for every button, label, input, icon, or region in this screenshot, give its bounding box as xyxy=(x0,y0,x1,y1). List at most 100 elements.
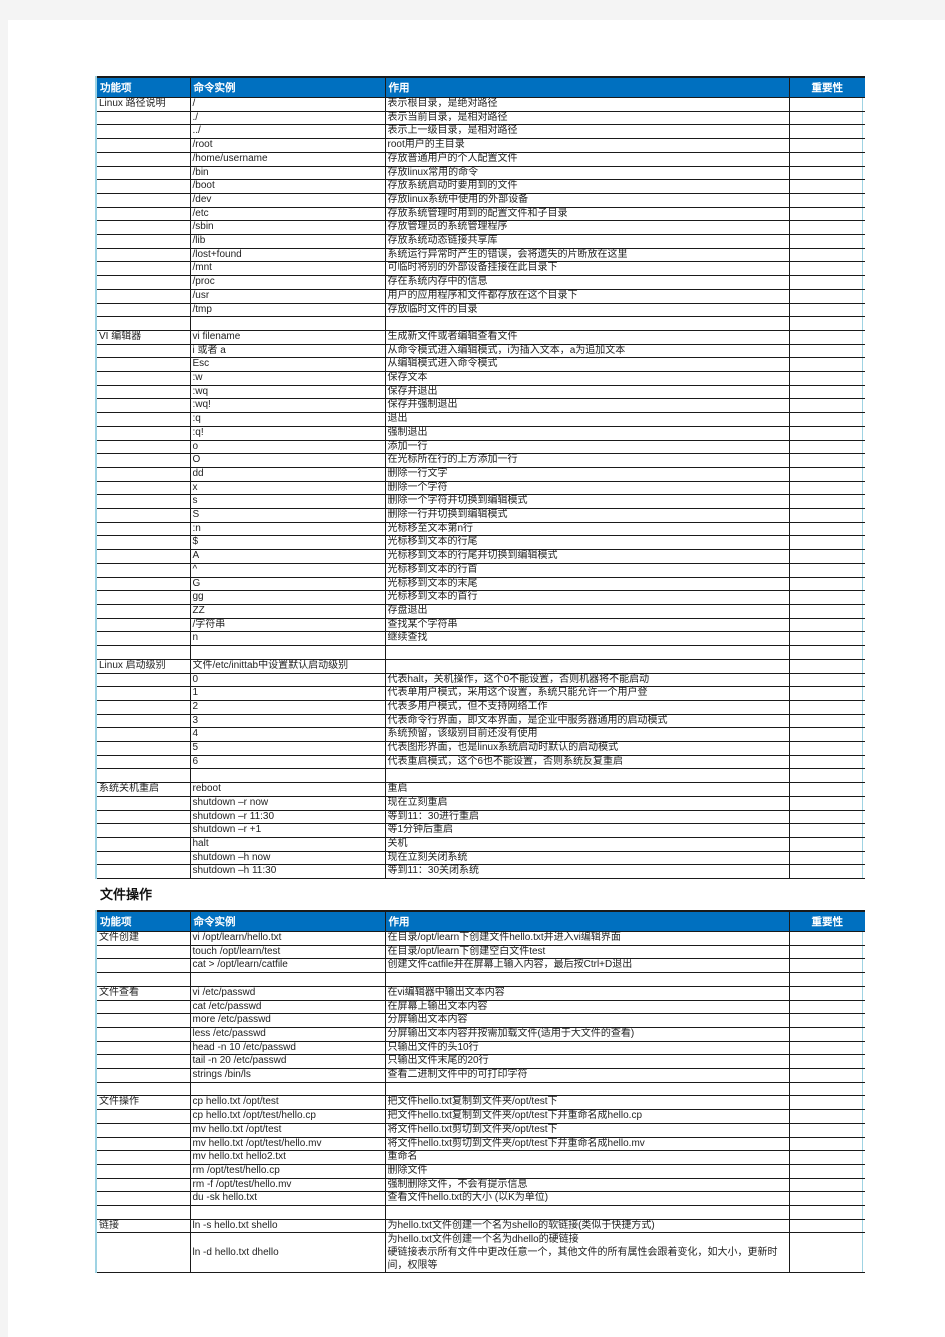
file-operations-table-container: 功能项 命令实例 作用 重要性 文件创建 vi /opt/learn/hello.… xyxy=(95,910,865,1274)
command-cell: /home/username xyxy=(189,152,385,167)
purpose-cell: 从命令模式进入编辑模式，i为插入文本，a为追加文本 xyxy=(384,344,789,359)
purpose-cell: 表示当前目录，是相对路径 xyxy=(384,111,789,126)
importance-cell xyxy=(788,303,865,318)
table-body: Linux 路径说明 / 表示根目录，是绝对路径 ./表示当前目录，是相对路径 ../表… xyxy=(97,97,865,880)
command-cell: cp hello.txt /opt/test xyxy=(189,1095,385,1111)
purpose-cell: 把文件hello.txt复制到文件夹/opt/test下 xyxy=(384,1095,789,1111)
purpose-cell: 将文件hello.txt剪切到文件夹/opt/test下并重命名成hello.m… xyxy=(384,1137,789,1152)
feature-cell xyxy=(97,618,190,633)
importance-cell xyxy=(788,1150,865,1165)
command-cell: head -n 10 /etc/passwd xyxy=(189,1041,385,1056)
importance-cell xyxy=(788,673,865,688)
importance-cell xyxy=(788,97,865,112)
feature-cell xyxy=(97,261,190,277)
importance-cell xyxy=(788,179,865,194)
feature-cell xyxy=(97,453,190,468)
importance-cell xyxy=(788,193,865,208)
importance-cell xyxy=(788,1054,865,1070)
purpose-cell: 表示上一级目录，是相对路径 xyxy=(384,124,789,140)
feature-cell: 链接 xyxy=(97,1219,190,1234)
importance-cell xyxy=(788,481,865,496)
table-row: ../表示上一级目录，是相对路径 xyxy=(97,124,865,140)
feature-cell xyxy=(97,727,190,743)
purpose-cell: 重命名 xyxy=(384,1150,789,1165)
table-row: :wq 保存并退出 xyxy=(97,385,865,400)
feature-cell xyxy=(97,1178,190,1193)
command-cell: halt xyxy=(189,837,385,852)
table-row: touch /opt/learn/test 在目录/opt/learn下创建空白文… xyxy=(97,945,865,960)
feature-cell xyxy=(97,275,190,290)
command-cell: :wq xyxy=(189,385,385,400)
command-cell: /dev xyxy=(189,193,385,208)
command-cell: 文件/etc/inittab中设置默认启动级别 xyxy=(189,659,385,674)
table-row: rm -f /opt/test/hello.mv 强制删除文件，不会有提示信息 xyxy=(97,1178,865,1193)
feature-cell xyxy=(97,577,190,592)
importance-cell xyxy=(788,316,865,331)
purpose-cell: 在目录/opt/learn下创建文件hello.txt并进入vi编辑界面 xyxy=(384,931,789,946)
command-cell: $ xyxy=(189,535,385,551)
feature-cell xyxy=(97,1205,190,1220)
feature-cell xyxy=(97,111,190,126)
importance-cell xyxy=(788,166,865,181)
command-cell: more /etc/passwd xyxy=(189,1013,385,1028)
command-cell: :wq! xyxy=(189,398,385,414)
table-row: Linux 路径说明 / 表示根目录，是绝对路径 xyxy=(97,97,865,112)
importance-cell xyxy=(788,1137,865,1152)
importance-cell xyxy=(788,138,865,153)
purpose-cell: 在光标所在行的上方添加一行 xyxy=(384,453,789,468)
importance-cell xyxy=(788,945,865,960)
table-row: /mnt 可临时将别的外部设备挂接在此目录下 xyxy=(97,261,865,277)
command-cell xyxy=(189,1205,385,1220)
table-row: 文件操作 cp hello.txt /opt/test 把文件hello.txt复制… xyxy=(97,1095,865,1111)
purpose-cell: 光标移到文本的末尾 xyxy=(384,577,789,592)
feature-cell xyxy=(97,303,190,318)
command-cell: O xyxy=(189,453,385,468)
feature-cell xyxy=(97,700,190,715)
table-row: cat > /opt/learn/catfile 创建文件catfile并在屏幕上… xyxy=(97,958,865,974)
purpose-cell: 等1分钟后重启 xyxy=(384,823,789,838)
table-row: i 或者 a 从命令模式进入编辑模式，i为插入文本，a为追加文本 xyxy=(97,344,865,359)
feature-cell xyxy=(97,1109,190,1124)
importance-cell xyxy=(788,1109,865,1124)
importance-cell xyxy=(788,330,865,345)
importance-cell xyxy=(788,1205,865,1220)
command-cell: :q xyxy=(189,412,385,427)
command-cell: mv hello.txt hello2.txt xyxy=(189,1150,385,1165)
feature-cell xyxy=(97,604,190,619)
purpose-cell: 存放临时文件的目录 xyxy=(384,303,789,318)
importance-cell xyxy=(788,958,865,974)
command-cell: less /etc/passwd xyxy=(189,1027,385,1042)
feature-cell: Linux 启动级别 xyxy=(97,659,190,674)
importance-cell xyxy=(788,823,865,838)
purpose-cell: 存放普通用户的个人配置文件 xyxy=(384,152,789,167)
header-command: 命令实例 xyxy=(189,76,385,98)
purpose-cell: 重启 xyxy=(384,782,789,797)
importance-cell xyxy=(788,727,865,743)
command-cell: reboot xyxy=(189,782,385,797)
command-cell: x xyxy=(189,481,385,496)
feature-cell xyxy=(97,344,190,359)
importance-cell xyxy=(788,796,865,811)
purpose-cell: 用户的应用程序和文件都存放在这个目录下 xyxy=(384,289,789,304)
feature-cell xyxy=(97,207,190,222)
table-row: mv hello.txt hello2.txt 重命名 xyxy=(97,1150,865,1165)
table-row: 链接 ln -s hello.txt shello 为hello.txt文件创建一个… xyxy=(97,1219,865,1234)
command-cell: gg xyxy=(189,590,385,605)
purpose-cell xyxy=(384,645,789,660)
table-row: 0 代表halt，关机操作，这个0不能设置，否则机器将不能启动 xyxy=(97,673,865,688)
command-cell: i 或者 a xyxy=(189,344,385,359)
command-cell: shutdown –r now xyxy=(189,796,385,811)
purpose-cell: 光标移到文本的行首 xyxy=(384,563,789,578)
purpose-cell: 只输出文件的头10行 xyxy=(384,1041,789,1056)
table-row: shutdown –h now 现在立刻关闭系统 xyxy=(97,851,865,866)
command-cell: strings /bin/ls xyxy=(189,1068,385,1083)
purpose-cell xyxy=(384,972,789,987)
purpose-cell: 只输出文件末尾的20行 xyxy=(384,1054,789,1070)
importance-cell xyxy=(788,810,865,825)
table-row: Linux 启动级别 文件/etc/inittab中设置默认启动级别 xyxy=(97,659,865,674)
importance-cell xyxy=(788,1164,865,1179)
table-row: $ 光标移到文本的行尾 xyxy=(97,535,865,551)
feature-cell xyxy=(97,179,190,194)
feature-cell xyxy=(97,289,190,304)
command-cell: /tmp xyxy=(189,303,385,318)
